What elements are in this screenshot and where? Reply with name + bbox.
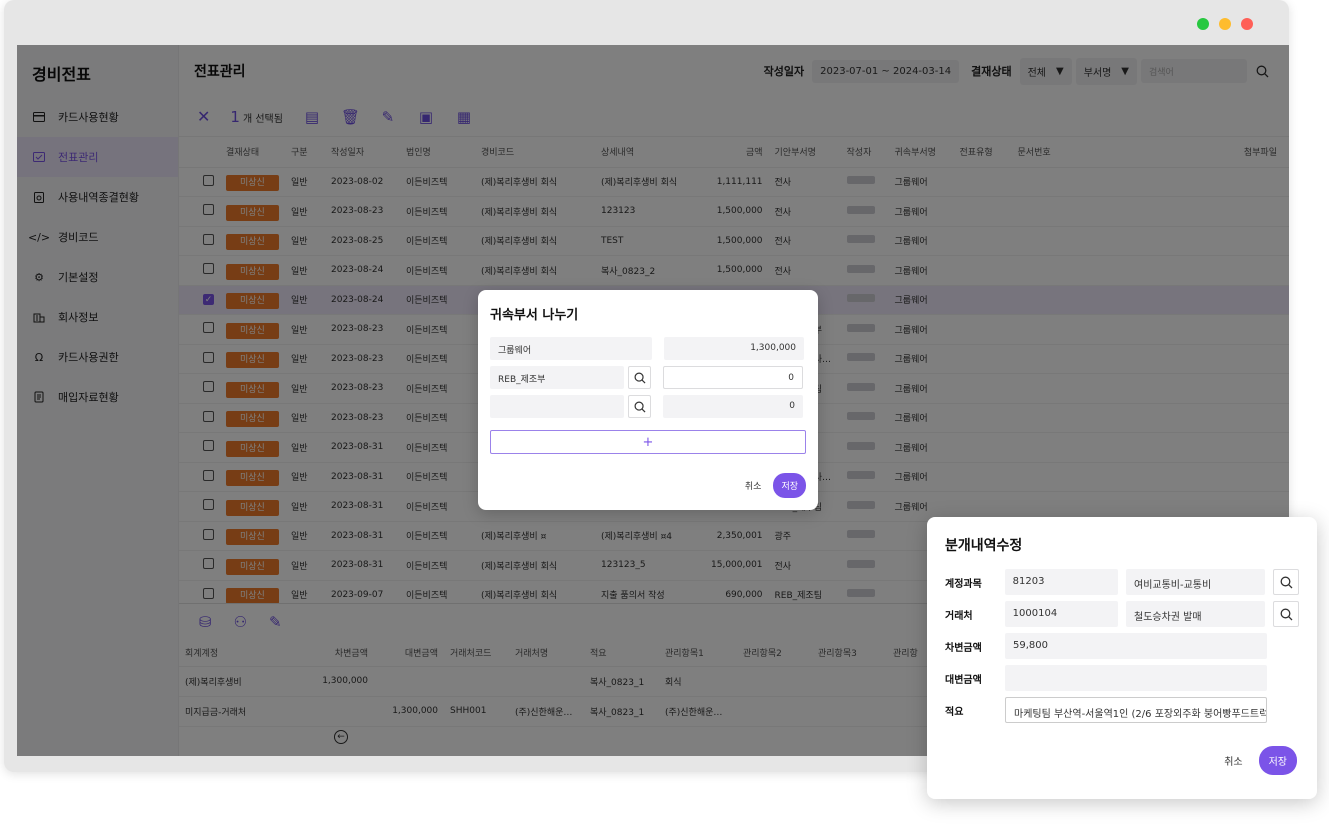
debit-label: 차변금액 <box>945 642 982 654</box>
add-split-row-button[interactable]: + <box>490 430 806 454</box>
debit-amount-input[interactable]: 59,800 <box>1005 633 1267 659</box>
account-code-field[interactable]: 81203 <box>1004 569 1118 595</box>
credit-label: 대변금액 <box>945 674 982 686</box>
memo-input[interactable]: 마케팅팀 부산역-서울역1인 (2/6 포장외주화 붕어빵푸드트럭 <box>1005 697 1267 723</box>
split-row: 0 <box>490 395 806 418</box>
window-minimize-button[interactable] <box>1219 18 1231 30</box>
account-search-button[interactable] <box>1273 569 1300 595</box>
window-close-button[interactable] <box>1241 18 1253 30</box>
cancel-button[interactable]: 취소 <box>745 479 762 492</box>
window-controls <box>1197 18 1253 30</box>
amount-input[interactable]: 0 <box>663 395 803 418</box>
split-row: REB_제조부 0 <box>490 366 806 389</box>
dialog-title: 분개내역수정 <box>945 538 1023 554</box>
vendor-code-field[interactable]: 1000104 <box>1004 601 1118 627</box>
vendor-search-button[interactable] <box>1273 601 1300 627</box>
vendor-name-field: 철도승차권 발매 <box>1126 601 1266 627</box>
dialog-actions: 취소 저장 <box>745 473 806 498</box>
search-icon <box>634 372 646 384</box>
dialog-title: 귀속부서 나누기 <box>490 308 579 323</box>
department-field[interactable] <box>490 395 624 418</box>
memo-label: 적요 <box>945 706 964 718</box>
account-label: 계정과목 <box>945 578 982 590</box>
vendor-label: 거래처 <box>945 610 973 622</box>
amount-input[interactable]: 0 <box>663 366 803 389</box>
debit-row: 차변금액 59,800 <box>945 633 1299 659</box>
department-field[interactable]: REB_제조부 <box>490 366 624 389</box>
search-icon <box>1280 608 1293 620</box>
department-search-button[interactable] <box>628 395 651 418</box>
account-name-field: 여비교통비-교통비 <box>1126 569 1266 595</box>
search-icon <box>634 401 646 413</box>
cancel-button[interactable]: 취소 <box>1224 753 1242 768</box>
vendor-row: 거래처 1000104 철도승차권 발매 <box>945 601 1300 627</box>
split-row: 그룹웨어 1,300,000 <box>490 337 806 360</box>
amount-field: 1,300,000 <box>664 337 804 360</box>
dialog-actions: 취소 저장 <box>1224 746 1297 775</box>
save-button[interactable]: 저장 <box>773 473 806 498</box>
account-row: 계정과목 81203 여비교통비-교통비 <box>945 569 1300 595</box>
search-icon <box>1280 576 1293 588</box>
memo-row: 적요 마케팅팀 부산역-서울역1인 (2/6 포장외주화 붕어빵푸드트럭 <box>945 697 1299 723</box>
split-department-dialog: 귀속부서 나누기 그룹웨어 1,300,000 REB_제조부 0 0 + 취소… <box>478 290 818 510</box>
save-button[interactable]: 저장 <box>1258 746 1297 775</box>
department-search-button[interactable] <box>628 366 651 389</box>
credit-amount-input[interactable] <box>1005 665 1267 691</box>
credit-row: 대변금액 <box>945 665 1299 691</box>
department-field: 그룹웨어 <box>490 337 652 360</box>
window-maximize-button[interactable] <box>1197 18 1209 30</box>
edit-journal-dialog: 분개내역수정 계정과목 81203 여비교통비-교통비 거래처 1000104 … <box>927 517 1317 799</box>
